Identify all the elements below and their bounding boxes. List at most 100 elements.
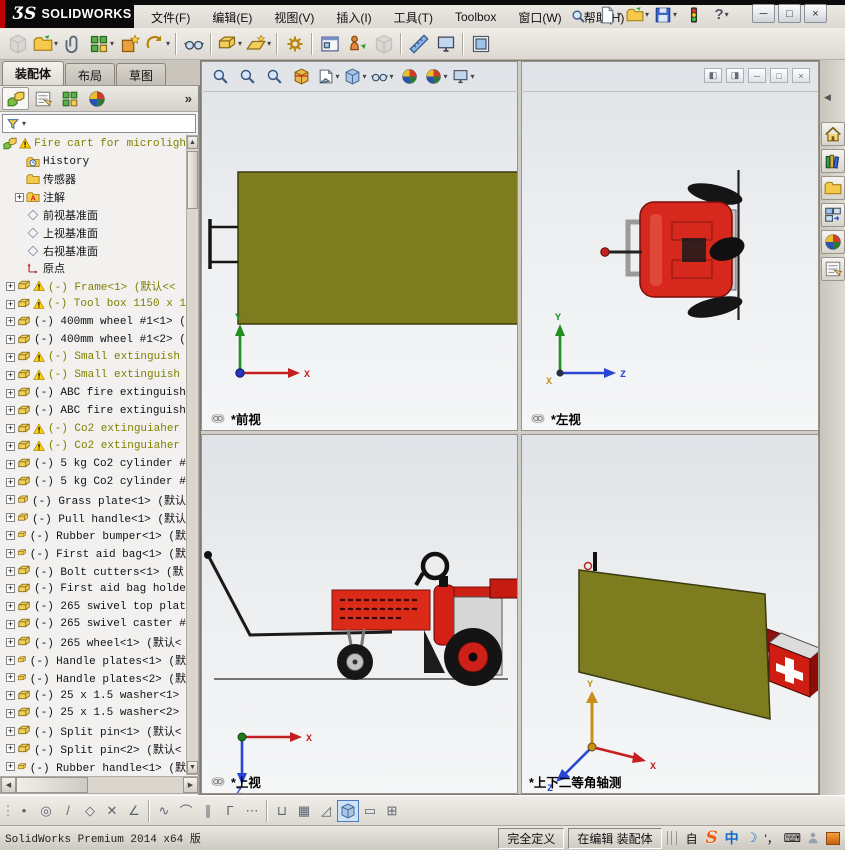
expand-icon[interactable]: +	[6, 619, 15, 629]
assembly-features-button[interactable]: ▾	[215, 30, 244, 57]
tree-item[interactable]: + (-) Rubber handle<1> (默	[0, 758, 186, 775]
rotate-component-button[interactable]: ▾	[143, 30, 172, 57]
punctuation-mode-icon[interactable]: '，	[764, 829, 780, 847]
expand-icon[interactable]: +	[6, 406, 15, 416]
line-snap-button[interactable]: /	[57, 800, 79, 822]
angle45-snap-button[interactable]: ◿	[315, 800, 337, 822]
new-document-button[interactable]: ▾	[596, 1, 623, 28]
exploded-view-button[interactable]	[343, 30, 370, 57]
minimize-view-button[interactable]: ─	[748, 68, 766, 83]
tree-item[interactable]: + (-) First aid bag holde	[0, 580, 186, 598]
expand-icon[interactable]: +	[6, 548, 15, 558]
view-settings-button[interactable]: ▾	[450, 63, 477, 90]
tree-item[interactable]: + (-) Tool box 1150 x 1	[0, 295, 186, 313]
tree-item[interactable]: + (-) Co2 extinguiaher	[0, 420, 186, 438]
menu-toolbox[interactable]: Toolbox	[444, 8, 507, 26]
taskpane-collapse-icon[interactable]: ◀	[824, 92, 831, 103]
tree-vertical-scrollbar[interactable]: ▲ ▼	[186, 135, 199, 775]
expand-icon[interactable]: +	[6, 388, 15, 398]
soft-keyboard-icon[interactable]: ⌨	[784, 829, 801, 847]
apply-scene-button[interactable]: ▾	[423, 63, 450, 90]
tree-item[interactable]: + (-) Pull handle<1> (默认	[0, 509, 186, 527]
explode-line-sketch-button[interactable]	[370, 30, 397, 57]
minimize-button[interactable]: ─	[752, 4, 775, 23]
expand-icon[interactable]: +	[6, 691, 15, 701]
maximize-button[interactable]: □	[778, 4, 801, 23]
expand-icon[interactable]: +	[6, 762, 15, 772]
menu-file[interactable]: 文件(F)	[140, 7, 201, 28]
tree-item[interactable]: + (-) 400mm wheel #1<1> (	[0, 313, 186, 331]
dropdown-icon[interactable]: ▾	[443, 72, 447, 81]
save-document-button[interactable]: ▾	[652, 1, 679, 28]
tree-item[interactable]: 前视基准面	[0, 206, 186, 224]
tree-item[interactable]: + (-) ABC fire extinguish	[0, 384, 186, 402]
panel-tabs-overflow-icon[interactable]: »	[185, 91, 192, 106]
show-hidden-components-button[interactable]	[180, 30, 207, 57]
expand-icon[interactable]: +	[6, 602, 15, 612]
intersection-snap-button[interactable]: ✕	[101, 800, 123, 822]
view-four-button[interactable]: ⊞	[381, 800, 403, 822]
viewport-dimetric[interactable]: Y X Z *上下二等角轴测	[521, 434, 819, 794]
tangent-snap-button[interactable]: ⌒	[175, 800, 197, 822]
panel-tab-featuremanager[interactable]	[2, 87, 29, 110]
tile-right-button[interactable]: ◨	[726, 68, 744, 83]
parallel-snap-button[interactable]: ∥	[197, 800, 219, 822]
filter-funnel-icon[interactable]	[6, 117, 20, 131]
viewport-left[interactable]: Y Z X ◧ ◨ ─ □ × *左视	[521, 61, 819, 431]
expand-icon[interactable]: +	[6, 459, 15, 469]
tab-assembly[interactable]: 装配体	[2, 61, 65, 85]
tree-item[interactable]: History	[0, 153, 186, 171]
stretch-snap-button[interactable]: ⊔	[271, 800, 293, 822]
take-snapshot-button[interactable]	[467, 30, 494, 57]
expand-icon[interactable]: +	[6, 655, 15, 665]
dropdown-icon[interactable]: ▾	[470, 72, 474, 81]
scroll-right-icon[interactable]: ▶	[183, 777, 198, 793]
tile-left-button[interactable]: ◧	[704, 68, 722, 83]
ime-skin-icon[interactable]	[805, 829, 821, 847]
panel-tab-displaymanager[interactable]	[83, 87, 110, 110]
tree-item[interactable]: + (-) Handle plates<1> (默	[0, 651, 186, 669]
close-view-button[interactable]: ×	[792, 68, 810, 83]
expand-icon[interactable]: +	[6, 513, 15, 523]
instant3d-button[interactable]	[405, 30, 432, 57]
edit-appearance-button[interactable]	[396, 63, 423, 90]
expand-icon[interactable]: +	[6, 317, 15, 327]
smart-fasteners-button[interactable]	[116, 30, 143, 57]
dropdown-icon[interactable]: ▾	[617, 10, 621, 19]
angle-snap-button[interactable]: ∠	[123, 800, 145, 822]
tree-filter-input[interactable]: ▾	[2, 114, 196, 133]
menu-view[interactable]: 视图(V)	[263, 7, 325, 28]
appearances-button[interactable]	[821, 230, 845, 254]
tree-item[interactable]: + (-) 400mm wheel #1<2> (	[0, 331, 186, 349]
grass-plate-dimetric[interactable]	[578, 569, 771, 720]
menu-window[interactable]: 窗口(W)	[507, 7, 572, 28]
custom-status-icon[interactable]: 自	[684, 829, 700, 847]
display-style-button[interactable]: ▾	[342, 63, 369, 90]
tree-item[interactable]: + (-) 265 swivel top plat	[0, 598, 186, 616]
scroll-up-icon[interactable]: ▲	[187, 136, 198, 149]
close-button[interactable]: ×	[804, 4, 827, 23]
expand-icon[interactable]: +	[6, 299, 15, 309]
panel-tab-configurationmanager[interactable]	[56, 87, 83, 110]
section-view-button[interactable]	[288, 63, 315, 90]
dropdown-icon[interactable]: ▾	[335, 72, 339, 81]
menu-insert[interactable]: 插入(I)	[325, 7, 382, 28]
expand-icon[interactable]: +	[6, 637, 15, 647]
tree-item[interactable]: + (-) 25 x 1.5 washer<2>	[0, 705, 186, 723]
dropdown-icon[interactable]: ▾	[166, 39, 170, 48]
expand-icon[interactable]: +	[6, 495, 15, 505]
expand-icon[interactable]: +	[15, 192, 24, 202]
corner-snap-button[interactable]: Γ	[219, 800, 241, 822]
expand-icon[interactable]: +	[6, 673, 15, 683]
sogou-logo-icon[interactable]: S	[704, 828, 720, 848]
filter-dropdown-icon[interactable]: ▾	[22, 119, 26, 128]
tree-item[interactable]: + 注解	[0, 188, 186, 206]
dropdown-icon[interactable]: ▾	[673, 10, 677, 19]
chinese-mode-icon[interactable]: 中	[724, 829, 740, 847]
expand-icon[interactable]: +	[6, 708, 15, 718]
tree-item[interactable]: + (-) Rubber bumper<1> (默	[0, 527, 186, 545]
center-snap-button[interactable]: ◎	[35, 800, 57, 822]
tree-item[interactable]: + (-) Bolt cutters<1> (默	[0, 562, 186, 580]
expand-icon[interactable]: +	[6, 441, 15, 451]
expand-icon[interactable]: +	[6, 370, 15, 380]
